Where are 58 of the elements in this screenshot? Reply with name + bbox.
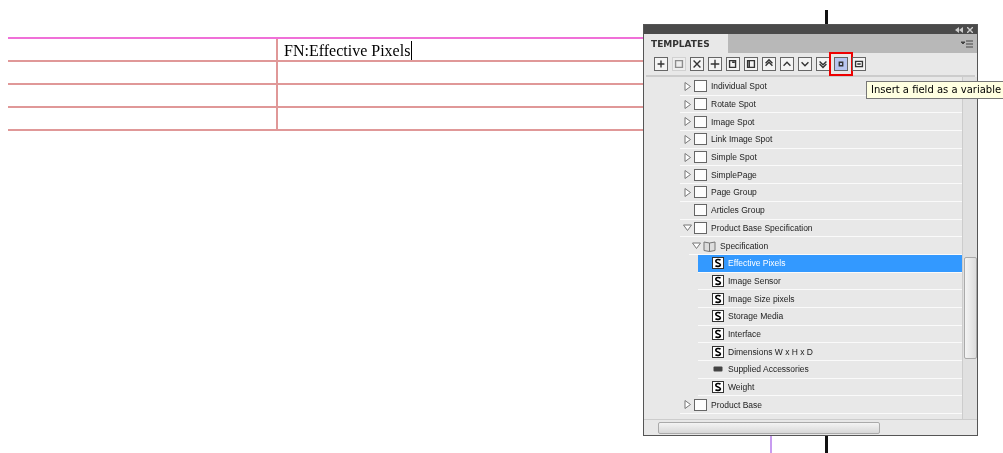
- tree-item[interactable]: Image Sensor: [698, 272, 962, 291]
- frame-icon: [694, 186, 707, 199]
- toolbar-button[interactable]: [798, 57, 812, 71]
- double-down-icon: [817, 58, 829, 70]
- tree-item[interactable]: Articles Group: [680, 201, 962, 220]
- toolbar-button[interactable]: [780, 57, 794, 71]
- frame-icon: [694, 133, 707, 146]
- expand-arrow-icon[interactable]: [682, 400, 692, 410]
- horizontal-scrollbar[interactable]: [644, 419, 977, 435]
- tree-item[interactable]: Product Base: [680, 396, 962, 415]
- tree-item[interactable]: Specification: [689, 237, 962, 255]
- toolbar-button[interactable]: [726, 57, 740, 71]
- toolbar-button[interactable]: [654, 57, 668, 71]
- close-icon[interactable]: [967, 26, 973, 33]
- s-icon: [712, 345, 724, 358]
- window-icon: [853, 58, 865, 70]
- toolbar-button[interactable]: [708, 57, 722, 71]
- plus-icon: [655, 58, 667, 70]
- toolbar-button[interactable]: [690, 57, 704, 71]
- toolbar-button[interactable]: [762, 57, 776, 71]
- frame-icon: [694, 221, 707, 234]
- frame-icon: [694, 115, 707, 128]
- tree-item[interactable]: Dimensions W x H x D: [698, 343, 962, 361]
- frame-icon: [745, 58, 757, 70]
- square-icon: [673, 58, 685, 70]
- tree-item[interactable]: Product Base Specification: [680, 219, 962, 238]
- s-icon: [712, 310, 724, 323]
- panel-tab[interactable]: TEMPLATES: [644, 34, 728, 53]
- frame-icon: [694, 168, 707, 181]
- tree-item[interactable]: Link Image Spot: [680, 131, 962, 149]
- page-icon: [727, 58, 739, 70]
- toolbar-button[interactable]: [744, 57, 758, 71]
- s-icon: [712, 257, 724, 270]
- tree-item[interactable]: Weight: [698, 378, 962, 397]
- frame-icon: [694, 151, 707, 164]
- tree-item[interactable]: Image Size pixels: [698, 290, 962, 308]
- frame-icon: [694, 80, 707, 93]
- tree-item[interactable]: Supplied Accessories: [698, 361, 962, 379]
- frame-icon: [694, 398, 707, 411]
- frame-icon: [694, 204, 707, 217]
- book-icon: [703, 239, 716, 252]
- toolbar-button[interactable]: [852, 57, 866, 71]
- menu-icon[interactable]: [961, 39, 973, 48]
- s-icon: [712, 274, 724, 287]
- tree-item[interactable]: Storage Media: [698, 307, 962, 326]
- cross-icon: [691, 58, 703, 70]
- s-icon: [712, 327, 724, 340]
- tree-item[interactable]: Interface: [698, 325, 962, 344]
- toolbar-button[interactable]: [816, 57, 830, 71]
- plus-icon: [709, 58, 721, 70]
- s-icon: [712, 292, 724, 305]
- frame-icon: [694, 98, 707, 111]
- tree-item[interactable]: Page Group: [680, 184, 962, 202]
- tree-item[interactable]: SimplePage: [680, 166, 962, 185]
- tree-item[interactable]: Image Spot: [680, 113, 962, 132]
- s-icon: [712, 381, 724, 394]
- tree-item[interactable]: Simple Spot: [680, 148, 962, 167]
- tooltip: Insert a field as a variable: [866, 81, 1003, 99]
